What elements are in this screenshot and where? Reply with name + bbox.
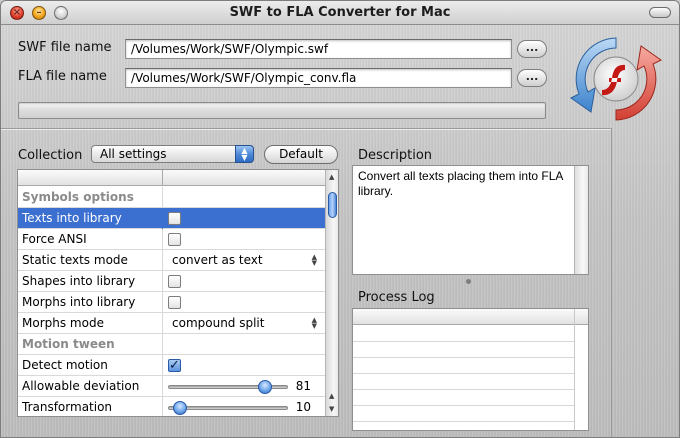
fla-browse-button[interactable]: ... [517,69,547,87]
fla-file-label: FLA file name [18,69,107,84]
setting-select-value: compound split [172,316,265,330]
log-row-line [353,357,574,358]
settings-table[interactable]: Symbols options Texts into library Force A… [17,169,339,417]
window-title: SWF to FLA Converter for Mac [229,5,451,20]
settings-scrollbar[interactable]: ▲ ▲ ▼ [325,170,338,416]
setting-label: Symbols options [18,187,163,208]
settings-row[interactable]: Transformation 10 [18,397,325,416]
log-column-divider [574,309,575,430]
setting-slider-value: 81 [295,379,311,393]
setting-checkbox[interactable] [168,212,181,225]
settings-row[interactable]: Shapes into library [18,271,325,292]
splitter-handle[interactable] [466,279,471,284]
setting-label: Detect motion [18,355,163,376]
log-row-line [353,405,574,406]
setting-label: Transformation [18,397,163,416]
swf-file-label: SWF file name [18,40,112,55]
settings-row[interactable]: Texts into library [18,208,325,229]
process-log-title: Process Log [358,290,435,305]
log-header [353,309,588,325]
setting-checkbox[interactable]: ✓ [168,359,181,372]
convert-logo-icon[interactable] [569,32,663,126]
setting-select[interactable]: compound split ▲ ▼ [163,313,325,334]
setting-label: Force ANSI [18,229,163,250]
swf-file-input[interactable]: /Volumes/Work/SWF/Olympic.swf [125,39,512,59]
setting-slider-value: 10 [295,400,311,414]
setting-label: Allowable deviation [18,376,163,397]
settings-row[interactable]: Force ANSI [18,229,325,250]
collection-select[interactable]: All settings ▲ ▼ [91,145,254,163]
log-row-line [353,389,574,390]
scroll-up-icon[interactable]: ▲ [329,173,334,181]
setting-select[interactable]: convert as text ▲ ▼ [163,250,325,271]
scroll-up-icon[interactable]: ▲ [329,392,334,400]
settings-group-row: Motion tween [18,334,325,355]
conversion-progress-bar [18,102,546,119]
log-row-line [353,373,574,374]
divider-highlight [1,129,611,130]
swf-browse-button[interactable]: ... [517,40,547,58]
setting-label: Morphs mode [18,313,163,334]
setting-slider-knob[interactable] [258,380,272,394]
checkmark-icon: ✓ [169,358,180,373]
setting-label: Morphs into library [18,292,163,313]
setting-select-value: convert as text [172,253,263,267]
toolbar-toggle-button[interactable] [649,7,671,18]
settings-row[interactable]: Static texts mode convert as text ▲ ▼ [18,250,325,271]
settings-row[interactable]: Morphs into library [18,292,325,313]
setting-label: Motion tween [18,334,163,355]
collection-label: Collection [18,148,83,163]
settings-row[interactable]: Detect motion ✓ [18,355,325,376]
column-divider [162,170,163,186]
fla-file-input[interactable]: /Volumes/Work/SWF/Olympic_conv.fla [125,68,512,88]
description-scrollbar[interactable] [574,166,588,274]
title-bar[interactable]: × – SWF to FLA Converter for Mac [1,1,679,25]
log-row-line [353,341,574,342]
description-text: Convert all texts placing them into FLA … [358,169,563,198]
setting-label: Static texts mode [18,250,163,271]
up-down-arrows-icon: ▲ ▼ [235,145,254,163]
app-window: × – SWF to FLA Converter for Mac SWF fil… [0,0,680,438]
description-title: Description [358,148,433,163]
settings-group-row: Symbols options [18,187,325,208]
collection-selected-value: All settings [100,147,167,161]
up-down-arrows-icon: ▲ ▼ [311,316,317,330]
setting-checkbox[interactable] [168,275,181,288]
settings-row[interactable]: Morphs mode compound split ▲ ▼ [18,313,325,334]
default-button[interactable]: Default [264,145,338,164]
setting-checkbox[interactable] [168,296,181,309]
settings-row[interactable]: Allowable deviation 81 [18,376,325,397]
table-header [18,170,325,186]
process-log-table[interactable] [352,308,589,431]
description-box: Convert all texts placing them into FLA … [352,165,589,275]
scroll-thumb[interactable] [328,192,337,218]
up-down-arrows-icon: ▲ ▼ [311,253,317,267]
setting-label: Shapes into library [18,271,163,292]
setting-slider-knob[interactable] [173,401,187,415]
scroll-down-icon[interactable]: ▼ [329,405,334,413]
vertical-divider [611,128,612,437]
setting-label: Texts into library [18,208,163,229]
setting-checkbox[interactable] [168,233,181,246]
log-row-line [353,421,574,422]
